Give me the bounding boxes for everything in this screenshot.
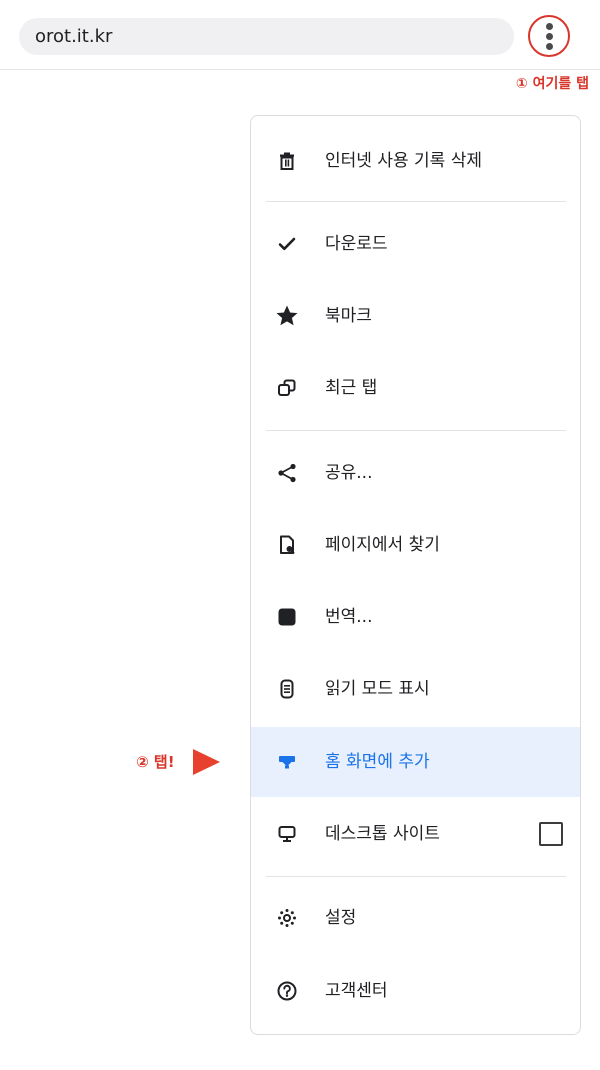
trash-icon [275,149,299,173]
menu-item-translate[interactable]: 번역... [251,582,580,652]
help-icon [275,979,299,1003]
url-text: orot.it.kr [35,26,113,47]
menu-item-label: 북마크 [325,306,372,326]
desktop-icon [275,822,299,846]
menu-item-bookmarks[interactable]: 북마크 [251,281,580,351]
share-icon [275,461,299,485]
menu-item-label: 페이지에서 찾기 [325,535,440,555]
menu-item-find-in-page[interactable]: 페이지에서 찾기 [251,510,580,580]
menu-item-label: 홈 화면에 추가 [325,752,430,772]
divider [266,876,566,877]
menu-item-downloads[interactable]: 다운로드 [251,209,580,279]
callout-step1: ① 여기를 탭 [515,76,589,92]
menu-item-label: 번역... [325,607,373,627]
find-in-page-icon [275,533,299,557]
divider [266,430,566,431]
kebab-dot-icon [545,32,553,40]
address-bar[interactable]: orot.it.kr [19,18,514,55]
kebab-dot-icon [545,42,553,50]
more-options-button[interactable] [528,15,570,57]
overflow-menu: 인터넷 사용 기록 삭제 다운로드 북마크 최근 탭 공유... 페이지에서 찾… [250,115,581,1035]
recent-tabs-icon [275,376,299,400]
desktop-site-checkbox[interactable] [539,822,563,846]
reader-mode-icon [275,677,299,701]
menu-item-label: 다운로드 [325,234,388,254]
add-to-home-icon [275,750,299,774]
menu-item-desktop-site[interactable]: 데스크톱 사이트 [251,799,580,869]
menu-item-share[interactable]: 공유... [251,438,580,508]
callout-step2: ② 탭! [136,753,175,771]
menu-item-label: 인터넷 사용 기록 삭제 [325,151,482,171]
translate-icon [275,605,299,629]
kebab-dot-icon [545,22,553,30]
arrow-right-icon [193,749,220,775]
divider [266,201,566,202]
top-bar: orot.it.kr [0,0,600,70]
menu-item-settings[interactable]: 설정 [251,883,580,953]
menu-item-label: 데스크톱 사이트 [325,824,440,844]
menu-item-label: 고객센터 [325,981,388,1001]
menu-item-label: 설정 [325,908,357,928]
gear-icon [275,906,299,930]
menu-item-label: 최근 탭 [325,378,378,398]
menu-item-recent-tabs[interactable]: 최근 탭 [251,353,580,423]
menu-item-help[interactable]: 고객센터 [251,956,580,1026]
menu-item-add-to-home-screen[interactable]: 홈 화면에 추가 [251,727,580,797]
menu-item-reader-mode[interactable]: 읽기 모드 표시 [251,654,580,724]
star-icon [275,304,299,328]
check-icon [275,232,299,256]
menu-item-clear-history[interactable]: 인터넷 사용 기록 삭제 [251,126,580,196]
menu-item-label: 읽기 모드 표시 [325,679,430,699]
menu-item-label: 공유... [325,463,373,483]
